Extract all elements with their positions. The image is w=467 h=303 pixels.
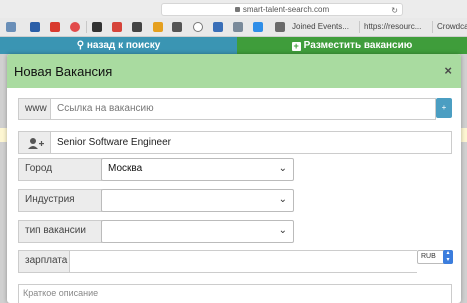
back-to-search-label: назад к поиску (86, 40, 161, 51)
user-plus-svg (28, 138, 44, 149)
reload-icon[interactable]: ↻ (391, 5, 398, 16)
city-label: Город (18, 158, 102, 181)
post-vacancy-button[interactable]: + Разместить вакансию (237, 37, 467, 54)
bookmark-icon[interactable] (6, 22, 16, 32)
chevron-down-icon: ⌄ (278, 225, 287, 236)
bookmark-joined-events[interactable]: Joined Events... (292, 22, 349, 31)
updown-icon: ▴ ▾ (443, 250, 453, 264)
gmail-icon[interactable] (50, 22, 60, 32)
description-textarea[interactable]: Краткое описание (18, 284, 452, 303)
industry-label: Индустрия (18, 189, 102, 212)
bookmark-icon[interactable] (30, 22, 40, 32)
browser-toolbar: smart-talent-search.com ↻ (0, 0, 467, 18)
user-plus-icon (18, 131, 51, 154)
bookmarks-bar: Joined Events... https://resourc... Crow… (0, 18, 467, 37)
add-url-button[interactable]: + (436, 98, 452, 118)
page-navbar: ⚲ назад к поиску + Разместить вакансию (0, 37, 467, 54)
city-select[interactable]: Москва ⌄ (101, 158, 294, 181)
vacancy-url-input[interactable]: Ссылка на вакансию (50, 98, 436, 120)
city-select-value: Москва (108, 163, 143, 174)
compass-icon[interactable] (193, 22, 203, 32)
separator (359, 21, 360, 33)
industry-select[interactable]: ⌄ (101, 189, 294, 212)
salary-input[interactable] (69, 250, 417, 273)
chevron-down-icon: ⌄ (278, 194, 287, 205)
bookmark-resources[interactable]: https://resourc... (364, 22, 421, 31)
chevron-down-icon: ⌄ (278, 163, 287, 174)
bookmark-icon[interactable] (172, 22, 182, 32)
currency-select[interactable]: RUB ▴ ▾ (417, 250, 453, 264)
bookmark-icon[interactable] (70, 22, 80, 32)
vacancy-type-select[interactable]: ⌄ (101, 220, 294, 243)
lock-icon (234, 7, 240, 12)
separator (86, 21, 87, 33)
bookmark-icon[interactable] (233, 22, 243, 32)
position-input[interactable]: Senior Software Engineer (50, 131, 452, 154)
close-icon[interactable]: × (444, 63, 452, 78)
bookmark-icon[interactable] (112, 22, 122, 32)
bookmark-icon[interactable] (92, 22, 102, 32)
bookmark-crowdcast[interactable]: Crowdcast (437, 22, 467, 31)
address-text: smart-talent-search.com (242, 5, 330, 14)
new-vacancy-modal: Новая Вакансия × www Ссылка на вакансию … (7, 54, 461, 303)
modal-header: Новая Вакансия × (7, 54, 461, 88)
separator (432, 21, 433, 33)
back-to-search-button[interactable]: ⚲ назад к поиску (0, 37, 237, 54)
bookmark-icon[interactable] (153, 22, 163, 32)
bookmark-icon[interactable] (275, 22, 285, 32)
bookmark-icon[interactable] (132, 22, 142, 32)
salary-label: зарплата (18, 250, 70, 273)
app-store-icon[interactable] (253, 22, 263, 32)
address-bar[interactable]: smart-talent-search.com ↻ (161, 3, 403, 16)
post-vacancy-label: Разместить вакансию (303, 40, 413, 51)
bookmark-icon[interactable] (213, 22, 223, 32)
modal-title: Новая Вакансия (14, 64, 113, 79)
currency-value: RUB (421, 253, 436, 260)
search-icon: ⚲ (76, 40, 85, 51)
vacancy-type-label: тип вакансии (18, 220, 102, 243)
url-addon: www (18, 98, 51, 120)
plus-icon: + (291, 41, 301, 51)
